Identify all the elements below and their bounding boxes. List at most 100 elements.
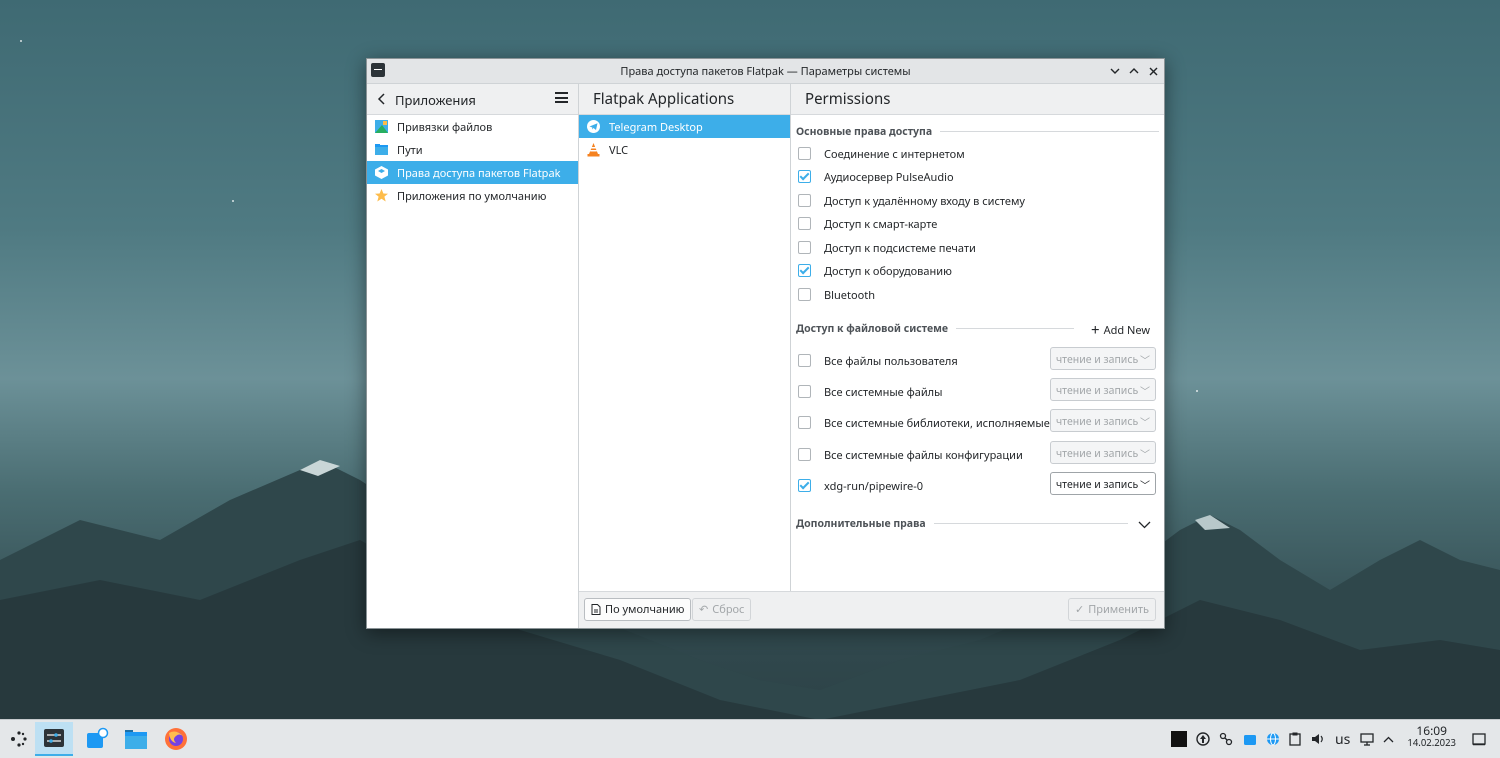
perm-printing[interactable]: Доступ к подсистеме печати [791, 238, 1164, 258]
tray-kde-connect-icon[interactable] [1219, 731, 1233, 747]
tray-terminal-icon[interactable] [1171, 731, 1187, 747]
defaults-button[interactable]: По умолчанию [584, 598, 692, 621]
app-item-vlc[interactable]: VLC [579, 138, 790, 161]
select-value: чтение и запись [1056, 478, 1139, 492]
perm-internet[interactable]: Соединение с интернетом [791, 144, 1164, 164]
perm-pulseaudio[interactable]: Аудиосервер PulseAudio [791, 167, 1164, 187]
folder-icon [375, 144, 388, 155]
clock-date: 14.02.2023 [1407, 736, 1456, 749]
checkbox[interactable] [798, 385, 811, 398]
checkbox[interactable] [798, 448, 811, 461]
checkbox[interactable] [798, 354, 811, 367]
section-title: Дополнительные права [796, 517, 934, 531]
apps-panel: Flatpak Applications Telegram Desktop VL… [579, 84, 791, 628]
section-title: Основные права доступа [796, 125, 941, 139]
tray-volume-icon[interactable] [1311, 731, 1325, 747]
section-title: Доступ к файловой системе [796, 322, 957, 336]
chevron-up-icon [1129, 68, 1139, 74]
sidebar-item-flatpak-permissions[interactable]: Права доступа пакетов Flatpak [367, 161, 578, 184]
reset-button[interactable]: ↶ Сброс [692, 598, 752, 621]
perm-label: Все файлы пользователя [824, 354, 958, 369]
close-button[interactable] [1144, 62, 1162, 80]
star [20, 40, 22, 42]
perm-label: Доступ к удалённому входу в систему [824, 194, 1026, 209]
folder-icon [125, 730, 147, 749]
defaults-label: По умолчанию [605, 602, 685, 617]
perm-label: Аудиосервер PulseAudio [824, 170, 954, 185]
app-item-label: Telegram Desktop [609, 120, 703, 135]
checkbox[interactable] [798, 264, 811, 277]
window-title: Права доступа пакетов Flatpak — Параметр… [620, 64, 911, 79]
access-mode-select[interactable]: чтение и запись ﹀ [1050, 472, 1156, 495]
show-desktop-button[interactable] [1472, 731, 1486, 747]
kde-connect-icon [1219, 732, 1233, 746]
access-mode-select[interactable]: чтение и запись ﹀ [1050, 347, 1156, 370]
sidebar-item-file-associations[interactable]: Привязки файлов [367, 115, 578, 138]
tray-expand-button[interactable] [1383, 731, 1394, 747]
access-mode-select[interactable]: чтение и запись ﹀ [1050, 378, 1156, 401]
checkbox[interactable] [798, 194, 811, 207]
tray-discover-notifier-icon[interactable] [1243, 731, 1257, 747]
chevron-down-icon: ﹀ [1140, 478, 1150, 492]
apply-button[interactable]: ✓ Применить [1067, 598, 1156, 621]
checkbox[interactable] [798, 479, 811, 492]
sidebar-item-label: Права доступа пакетов Flatpak [397, 166, 561, 181]
expand-advanced-button[interactable] [1138, 518, 1151, 533]
file-associations-icon [375, 120, 388, 133]
taskbar-file-manager[interactable] [117, 722, 155, 756]
perm-label: Доступ к смарт-карте [824, 217, 938, 232]
star [1196, 390, 1198, 392]
telegram-icon [587, 120, 600, 133]
checkbox[interactable] [798, 147, 811, 160]
sidebar-item-paths[interactable]: Пути [367, 138, 578, 161]
perm-smartcard[interactable]: Доступ к смарт-карте [791, 214, 1164, 234]
tray-clipboard-icon[interactable] [1289, 731, 1301, 747]
document-icon [591, 604, 601, 615]
sidebar-item-label: Приложения по умолчанию [397, 189, 547, 204]
footer-bar: По умолчанию ↶ Сброс ✓ Применить [579, 591, 1164, 628]
access-mode-select[interactable]: чтение и запись ﹀ [1050, 441, 1156, 464]
apps-header: Flatpak Applications [579, 84, 790, 115]
minimize-button[interactable] [1106, 62, 1124, 80]
checkbox[interactable] [798, 241, 811, 254]
plus-icon: + [1090, 320, 1100, 340]
back-button[interactable] [377, 91, 385, 110]
tray-update-icon[interactable] [1196, 731, 1210, 747]
sidebar-item-default-apps[interactable]: Приложения по умолчанию [367, 184, 578, 207]
perm-bluetooth[interactable]: Bluetooth [791, 285, 1164, 305]
permissions-title: Permissions [805, 89, 891, 109]
undo-icon: ↶ [699, 602, 709, 617]
checkbox[interactable] [798, 288, 811, 301]
desktop-icon [1472, 732, 1486, 745]
access-mode-select[interactable]: чтение и запись ﹀ [1050, 409, 1156, 432]
chevron-down-icon [1138, 521, 1151, 529]
app-launcher-button[interactable] [0, 722, 38, 756]
add-new-button[interactable]: + Add New [1090, 319, 1150, 340]
sidebar: Приложения Привязки файлов Пути Права до… [367, 84, 579, 628]
perm-remote-login[interactable]: Доступ к удалённому входу в систему [791, 191, 1164, 211]
chevron-down-icon: ﹀ [1140, 384, 1150, 398]
checkbox[interactable] [798, 217, 811, 230]
checkbox[interactable] [798, 416, 811, 429]
taskbar-firefox[interactable] [157, 722, 195, 756]
perm-label: Доступ к оборудованию [824, 264, 952, 279]
app-item-telegram[interactable]: Telegram Desktop [579, 115, 790, 138]
checkbox[interactable] [798, 170, 811, 183]
taskbar-discover[interactable] [78, 722, 116, 756]
tray-keyboard-layout[interactable]: us [1335, 730, 1350, 749]
sidebar-header: Приложения [367, 84, 578, 115]
menu-button[interactable] [555, 92, 568, 103]
tray-network-icon[interactable] [1266, 731, 1280, 747]
perm-devices[interactable]: Доступ к оборудованию [791, 261, 1164, 281]
maximize-button[interactable] [1125, 62, 1143, 80]
tray-display-icon[interactable] [1360, 731, 1374, 747]
globe-icon [1267, 732, 1279, 746]
app-item-label: VLC [609, 143, 629, 158]
flatpak-icon [375, 166, 388, 179]
digital-clock[interactable]: 16:09 14.02.2023 [1407, 724, 1456, 749]
reset-label: Сброс [712, 602, 745, 617]
taskbar-system-settings[interactable] [35, 722, 73, 756]
perm-label: Bluetooth [824, 288, 876, 303]
apply-label: Применить [1088, 602, 1149, 617]
window-titlebar[interactable]: Права доступа пакетов Flatpak — Параметр… [367, 59, 1164, 84]
